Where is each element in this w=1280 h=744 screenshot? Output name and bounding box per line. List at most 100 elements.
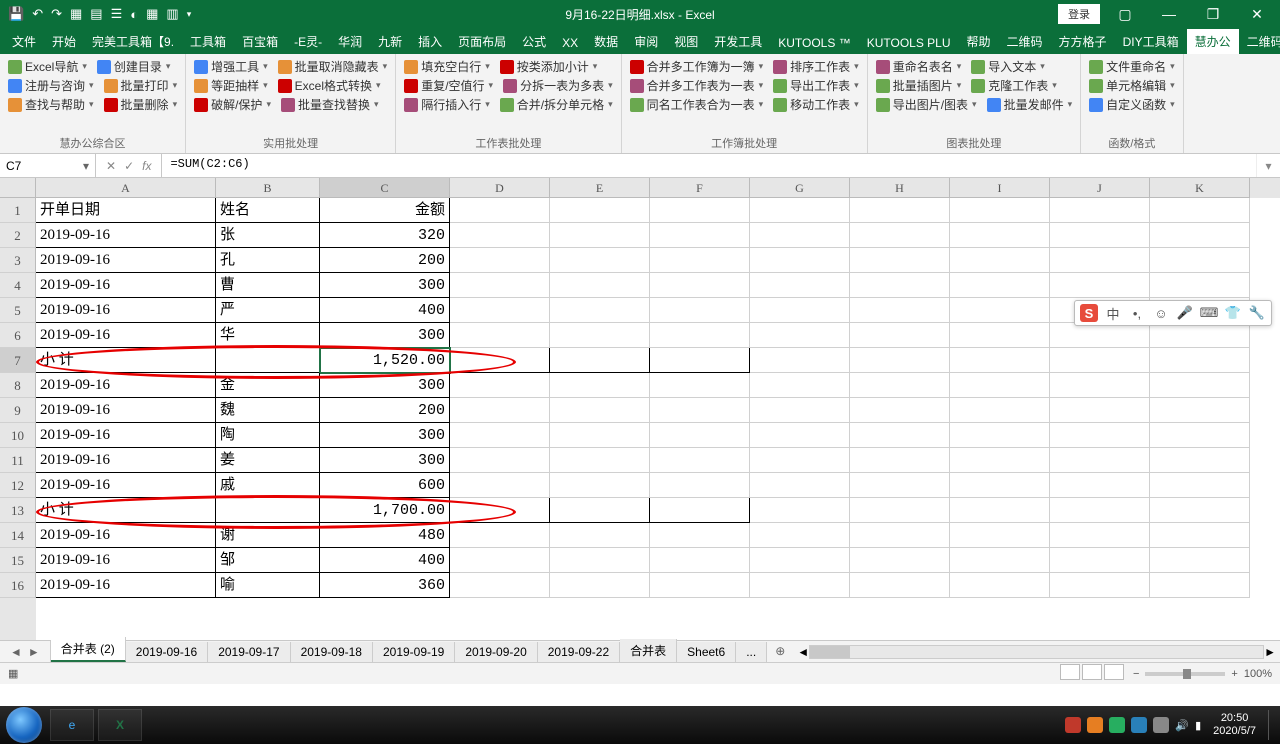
chevron-down-icon[interactable]: ▾ [957,61,962,72]
ribbon-tab[interactable]: 二维码 [999,29,1051,54]
cell[interactable] [850,198,950,223]
cell[interactable] [1150,323,1250,348]
cell[interactable]: 2019-09-16 [36,223,216,248]
cell[interactable]: 小 计 [36,348,216,373]
ribbon-tab[interactable]: 文件 [4,29,44,54]
ribbon-options-icon[interactable]: ▢ [1106,2,1144,26]
ribbon-tab[interactable]: 公式 [514,29,554,54]
ribbon-tab[interactable]: 开始 [44,29,84,54]
row-header[interactable]: 16 [0,573,36,598]
cell[interactable] [450,248,550,273]
cell[interactable] [550,198,650,223]
horizontal-scrollbar[interactable]: ◄ ► [793,641,1280,662]
cell[interactable] [1150,423,1250,448]
cell[interactable] [750,423,850,448]
ribbon-command[interactable]: 移动工作表▾ [773,96,859,113]
sheet-tab[interactable]: 2019-09-18 [291,642,373,662]
cell[interactable] [950,523,1050,548]
cell[interactable] [950,448,1050,473]
cell[interactable] [850,248,950,273]
cell[interactable] [750,223,850,248]
ribbon-command[interactable]: 批量发邮件▾ [987,96,1073,113]
cell[interactable] [850,348,950,373]
cell[interactable] [550,473,650,498]
cell[interactable]: 360 [320,573,450,598]
cell[interactable]: 300 [320,423,450,448]
cell[interactable] [450,548,550,573]
cell[interactable] [550,348,650,373]
chevron-down-icon[interactable]: ▾ [957,80,962,91]
cell[interactable]: 400 [320,548,450,573]
cell[interactable] [650,523,750,548]
ribbon-tab[interactable]: DIY工具箱 [1115,29,1187,54]
cell[interactable] [1050,248,1150,273]
zoom-in-icon[interactable]: + [1231,668,1237,680]
cell[interactable] [1150,348,1250,373]
chevron-down-icon[interactable]: ▾ [166,61,171,72]
cell[interactable]: 曹 [216,273,320,298]
cell[interactable] [1050,323,1150,348]
cell[interactable] [750,573,850,598]
scroll-right-icon[interactable]: ► [1264,645,1276,659]
zoom-value[interactable]: 100% [1244,668,1272,680]
minimize-icon[interactable]: — [1150,2,1188,26]
chevron-down-icon[interactable]: ▾ [759,80,764,91]
cell[interactable] [1050,423,1150,448]
cell[interactable] [950,348,1050,373]
ribbon-tab[interactable]: 二维码 [1239,29,1280,54]
cell[interactable] [550,448,650,473]
chevron-down-icon[interactable]: ▾ [263,61,268,72]
cell[interactable] [950,223,1050,248]
cell[interactable]: 金额 [320,198,450,223]
cell[interactable] [1150,573,1250,598]
ribbon-command[interactable]: 导入文本▾ [971,58,1045,75]
cell[interactable] [550,248,650,273]
chevron-down-icon[interactable]: ▾ [89,80,94,91]
taskbar-clock[interactable]: 20:50 2020/5/7 [1207,712,1262,738]
cell[interactable] [850,523,950,548]
cell[interactable]: 姜 [216,448,320,473]
chevron-down-icon[interactable]: ▾ [1068,99,1073,110]
cell[interactable] [650,473,750,498]
cell[interactable] [550,398,650,423]
row-header[interactable]: 2 [0,223,36,248]
cell[interactable] [450,423,550,448]
cell[interactable]: 2019-09-16 [36,423,216,448]
cell[interactable] [650,373,750,398]
cell[interactable] [550,323,650,348]
ribbon-tab[interactable]: -E灵- [286,29,330,54]
row-header[interactable]: 9 [0,398,36,423]
cell[interactable] [850,373,950,398]
cell[interactable] [450,298,550,323]
column-header[interactable]: H [850,178,950,198]
cell[interactable] [450,198,550,223]
chevron-down-icon[interactable]: ▾ [485,61,490,72]
sheet-tab[interactable]: 2019-09-22 [538,642,620,662]
cell[interactable] [1150,198,1250,223]
chevron-down-icon[interactable]: ▾ [759,99,764,110]
cell[interactable] [450,473,550,498]
cell[interactable]: 600 [320,473,450,498]
undo-icon[interactable]: ↶ [32,6,43,22]
cell[interactable] [850,298,950,323]
chevron-down-icon[interactable]: ▾ [854,80,859,91]
taskbar-excel-icon[interactable]: X [98,709,142,741]
ime-skin-icon[interactable]: 👕 [1224,304,1242,322]
windows-taskbar[interactable]: e X 🔊 ▮ 20:50 2020/5/7 [0,706,1280,744]
cell[interactable] [950,248,1050,273]
cell[interactable] [650,273,750,298]
cell[interactable] [1050,523,1150,548]
cell[interactable] [850,273,950,298]
cell[interactable]: 小 计 [36,498,216,523]
cell[interactable] [450,323,550,348]
ribbon-command[interactable]: 注册与咨询▾ [8,77,94,94]
ime-mic-icon[interactable]: 🎤 [1176,304,1194,322]
chevron-down-icon[interactable]: ▾ [173,99,178,110]
chevron-down-icon[interactable]: ▾ [374,99,379,110]
cell[interactable] [750,273,850,298]
tray-icon[interactable] [1153,717,1169,733]
cell[interactable] [550,523,650,548]
cell[interactable] [550,373,650,398]
ribbon-command[interactable]: 等距抽样▾ [194,77,268,94]
column-header[interactable]: B [216,178,320,198]
